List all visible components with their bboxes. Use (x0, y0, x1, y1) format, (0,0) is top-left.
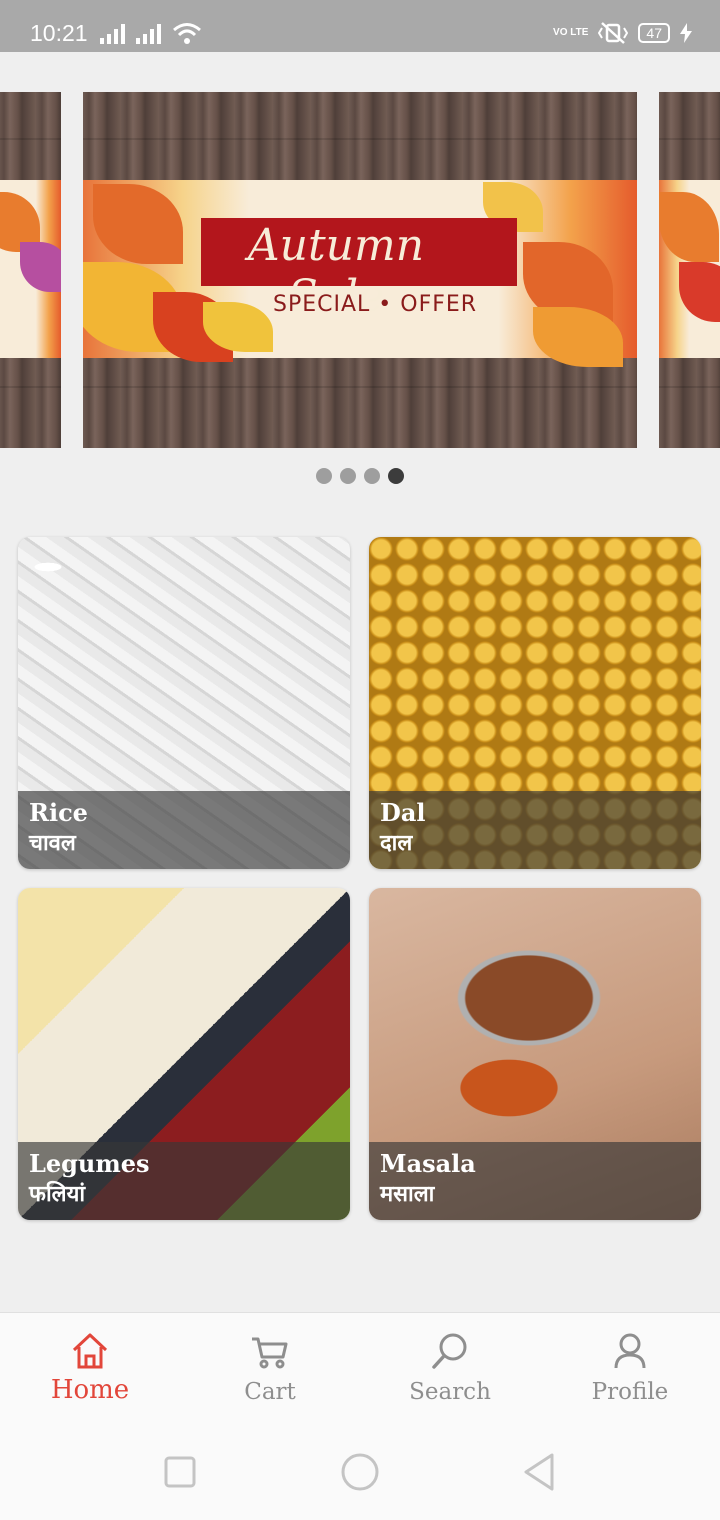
category-card-legumes[interactable]: Legumes फलियां (18, 888, 350, 1220)
category-name-hindi: दाल (380, 831, 413, 856)
category-name-hindi: मसाला (380, 1182, 435, 1207)
home-icon (72, 1333, 108, 1369)
wifi-icon (173, 23, 201, 44)
vibrate-icon (598, 22, 629, 44)
recents-button[interactable] (164, 1452, 196, 1492)
carousel-slide-previous[interactable] (0, 92, 61, 448)
carousel-slide-next[interactable] (659, 92, 720, 448)
volte-indicator: VO LTE (553, 27, 589, 38)
nav-label: Home (50, 1375, 130, 1405)
charging-icon (680, 23, 692, 43)
carousel-dot[interactable] (316, 468, 332, 484)
home-button[interactable] (340, 1452, 380, 1492)
carousel-indicator (316, 468, 404, 484)
category-name-hindi: फलियां (29, 1182, 86, 1207)
status-time: 10:21 (30, 20, 88, 46)
nav-profile[interactable]: Profile (540, 1313, 720, 1423)
battery-level: 47 (638, 23, 670, 43)
system-navigation-bar (0, 1432, 720, 1520)
nav-home[interactable]: Home (0, 1313, 180, 1423)
cart-icon (252, 1337, 288, 1369)
profile-icon (614, 1333, 646, 1369)
carousel-dot-active[interactable] (388, 468, 404, 484)
bottom-navigation: Home Cart Search Profile (0, 1312, 720, 1432)
search-icon (432, 1333, 467, 1369)
nav-label: Search (409, 1379, 491, 1405)
category-card-rice[interactable]: Rice चावल (18, 537, 350, 869)
carousel-slide-autumn-sale[interactable]: Autumn Sale SPECIAL • OFFER (83, 92, 637, 448)
status-right-icons: VO LTE 47 (553, 22, 692, 44)
nav-search[interactable]: Search (360, 1313, 540, 1423)
carousel-dot[interactable] (340, 468, 356, 484)
back-button[interactable] (522, 1452, 556, 1492)
status-bar: 10:21 VO LTE 47 (0, 0, 720, 52)
category-name: Masala (380, 1149, 476, 1178)
signal-icon (100, 24, 125, 44)
promo-carousel[interactable]: Autumn Sale SPECIAL • OFFER (0, 92, 720, 448)
category-card-masala[interactable]: Masala मसाला (369, 888, 701, 1220)
category-name: Dal (380, 798, 426, 827)
status-left-icons (100, 22, 202, 44)
category-name: Rice (29, 798, 88, 827)
banner-subtitle: SPECIAL • OFFER (273, 292, 478, 317)
nav-cart[interactable]: Cart (180, 1313, 360, 1423)
category-card-dal[interactable]: Dal दाल (369, 537, 701, 869)
nav-label: Cart (244, 1379, 296, 1405)
category-name: Legumes (29, 1149, 150, 1178)
nav-label: Profile (591, 1379, 669, 1405)
category-name-hindi: चावल (29, 831, 76, 856)
signal-icon (136, 24, 161, 44)
carousel-dot[interactable] (364, 468, 380, 484)
